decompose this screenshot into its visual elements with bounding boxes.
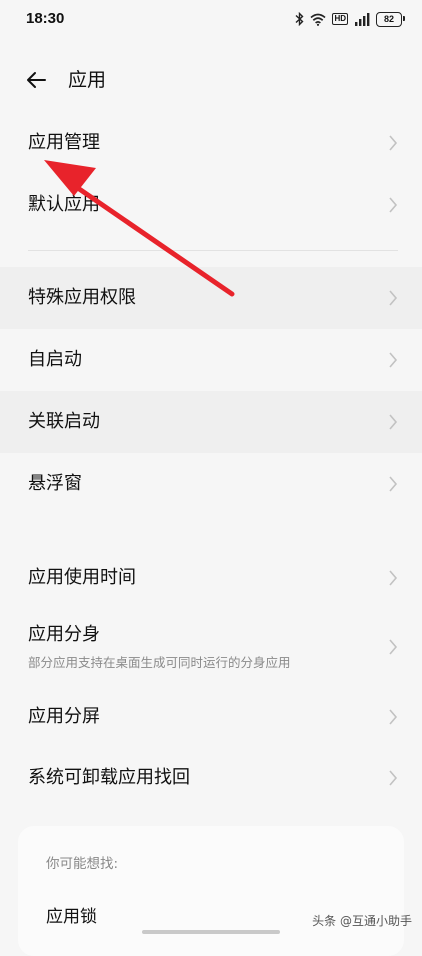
chevron-right-icon — [389, 414, 398, 430]
battery-icon: 82 — [376, 11, 405, 27]
list-item-subtitle: 部分应用支持在桌面生成可同时运行的分身应用 — [28, 655, 291, 670]
chevron-right-icon — [389, 476, 398, 492]
status-icons: HD 82 — [295, 11, 405, 27]
list-item-app-usage-time[interactable]: 应用使用时间 — [0, 547, 422, 609]
suggestions-title: 你可能想找: — [46, 856, 119, 872]
list-item-floating-window[interactable]: 悬浮窗 — [0, 453, 422, 515]
watermark: 头条 @互通小助手 — [312, 914, 412, 928]
list-item-label: 系统可卸载应用找回 — [28, 767, 190, 788]
bluetooth-icon — [295, 12, 304, 26]
chevron-right-icon — [389, 639, 398, 655]
home-indicator[interactable] — [142, 930, 280, 934]
list-item-label: 关联启动 — [28, 411, 100, 432]
list-item-label: 应用使用时间 — [28, 567, 136, 588]
chevron-right-icon — [389, 135, 398, 151]
list-item-restore-system-apps[interactable]: 系统可卸载应用找回 — [0, 747, 422, 809]
chevron-right-icon — [389, 709, 398, 725]
chevron-right-icon — [389, 352, 398, 368]
suggestion-item-app-lock[interactable]: 应用锁 — [46, 902, 97, 927]
signal-icon — [355, 12, 370, 26]
arrow-left-icon[interactable] — [24, 68, 48, 92]
list-item-label: 默认应用 — [28, 194, 100, 215]
list-item-label: 应用分身 — [28, 624, 100, 645]
list-item-label: 自启动 — [28, 349, 82, 370]
list-item-label: 应用分屏 — [28, 706, 100, 727]
chevron-right-icon — [389, 570, 398, 586]
chevron-right-icon — [389, 770, 398, 786]
list-item-auto-start[interactable]: 自启动 — [0, 329, 422, 391]
list-item-label: 应用管理 — [28, 132, 100, 153]
divider — [28, 250, 398, 251]
status-time: 18:30 — [26, 10, 65, 27]
wifi-icon — [310, 13, 326, 26]
list-item-default-apps[interactable]: 默认应用 — [0, 174, 422, 236]
page-title: 应用 — [68, 69, 107, 91]
list-item-associated-start[interactable]: 关联启动 — [0, 391, 422, 453]
list-item-label: 悬浮窗 — [28, 473, 82, 494]
list-item-split-screen[interactable]: 应用分屏 — [0, 686, 422, 748]
chevron-right-icon — [389, 290, 398, 306]
list-item-app-management[interactable]: 应用管理 — [0, 112, 422, 174]
list-item-label: 特殊应用权限 — [28, 287, 136, 308]
chevron-right-icon — [389, 197, 398, 213]
hd-icon: HD — [332, 13, 348, 25]
list-item-app-clone[interactable]: 应用分身 部分应用支持在桌面生成可同时运行的分身应用 — [0, 609, 422, 685]
status-bar: 18:30 HD 82 — [0, 0, 422, 40]
page-header: 应用 — [0, 56, 422, 104]
list-item-special-permissions[interactable]: 特殊应用权限 — [0, 267, 422, 329]
